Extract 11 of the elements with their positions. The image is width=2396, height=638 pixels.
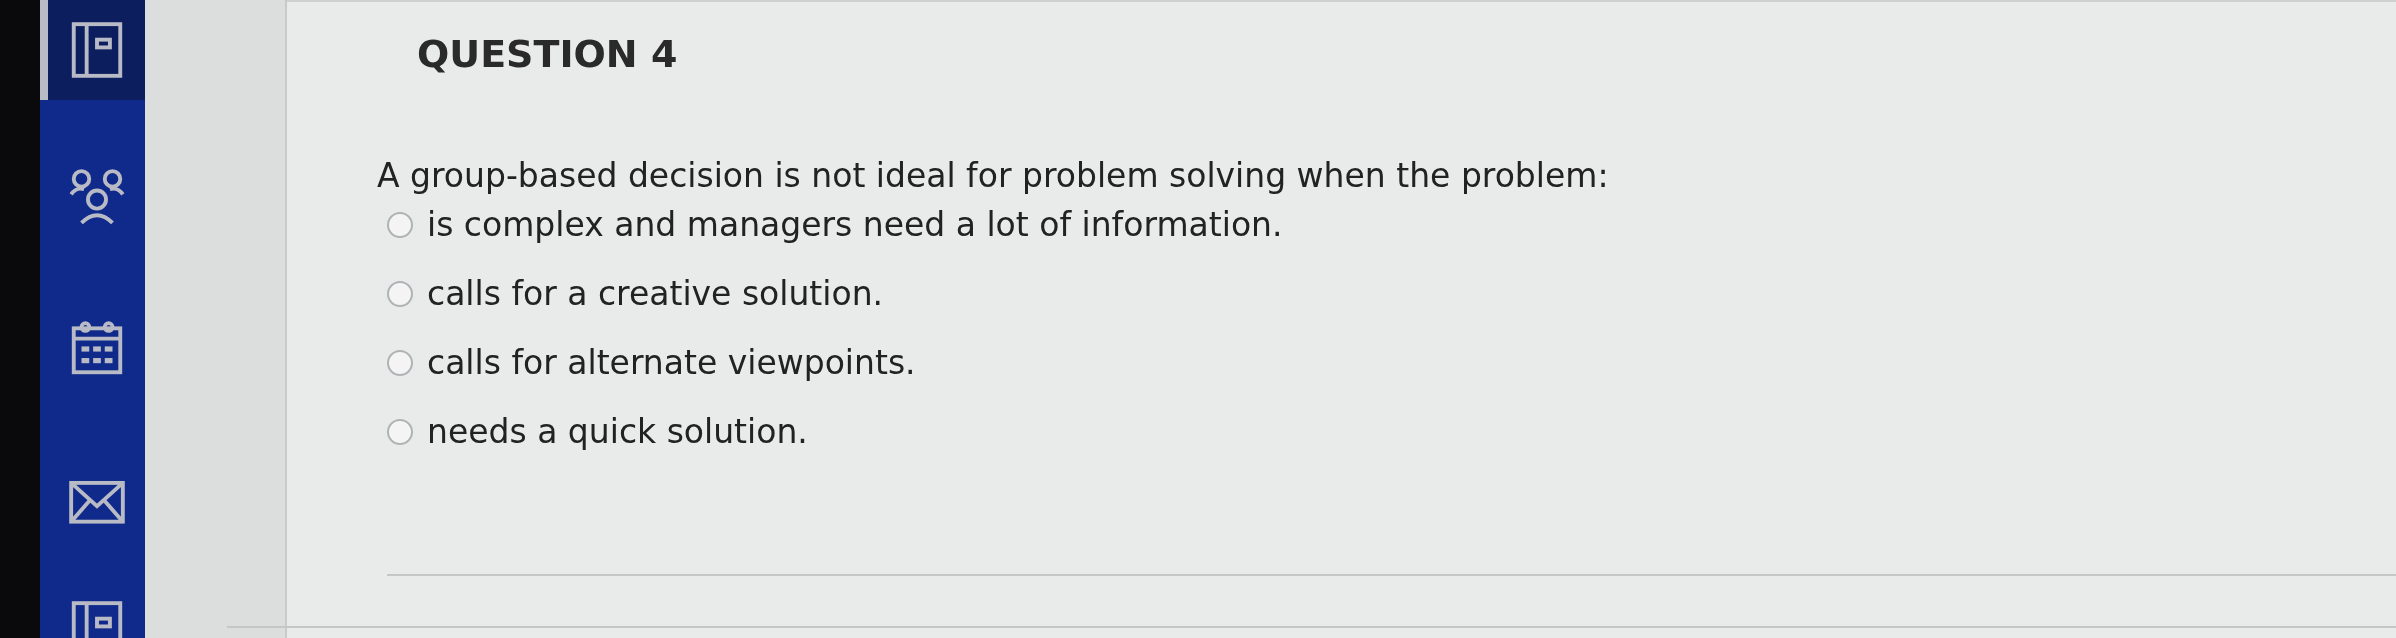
radio-button[interactable] [387,349,413,376]
radio-button[interactable] [387,418,413,445]
radio-button[interactable] [387,280,413,307]
option-label: needs a quick solution. [427,412,808,451]
radio-button[interactable] [387,211,413,238]
option-label: is complex and managers need a lot of information. [427,205,1283,244]
question-title: QUESTION 4 [417,32,679,76]
question-text: A group-based decision is not ideal for problem solving when the problem: [377,156,1610,195]
option-label: calls for a creative solution. [427,274,884,313]
option-label: calls for alternate viewpoints. [427,343,916,382]
sidebar-item[interactable] [40,0,145,100]
